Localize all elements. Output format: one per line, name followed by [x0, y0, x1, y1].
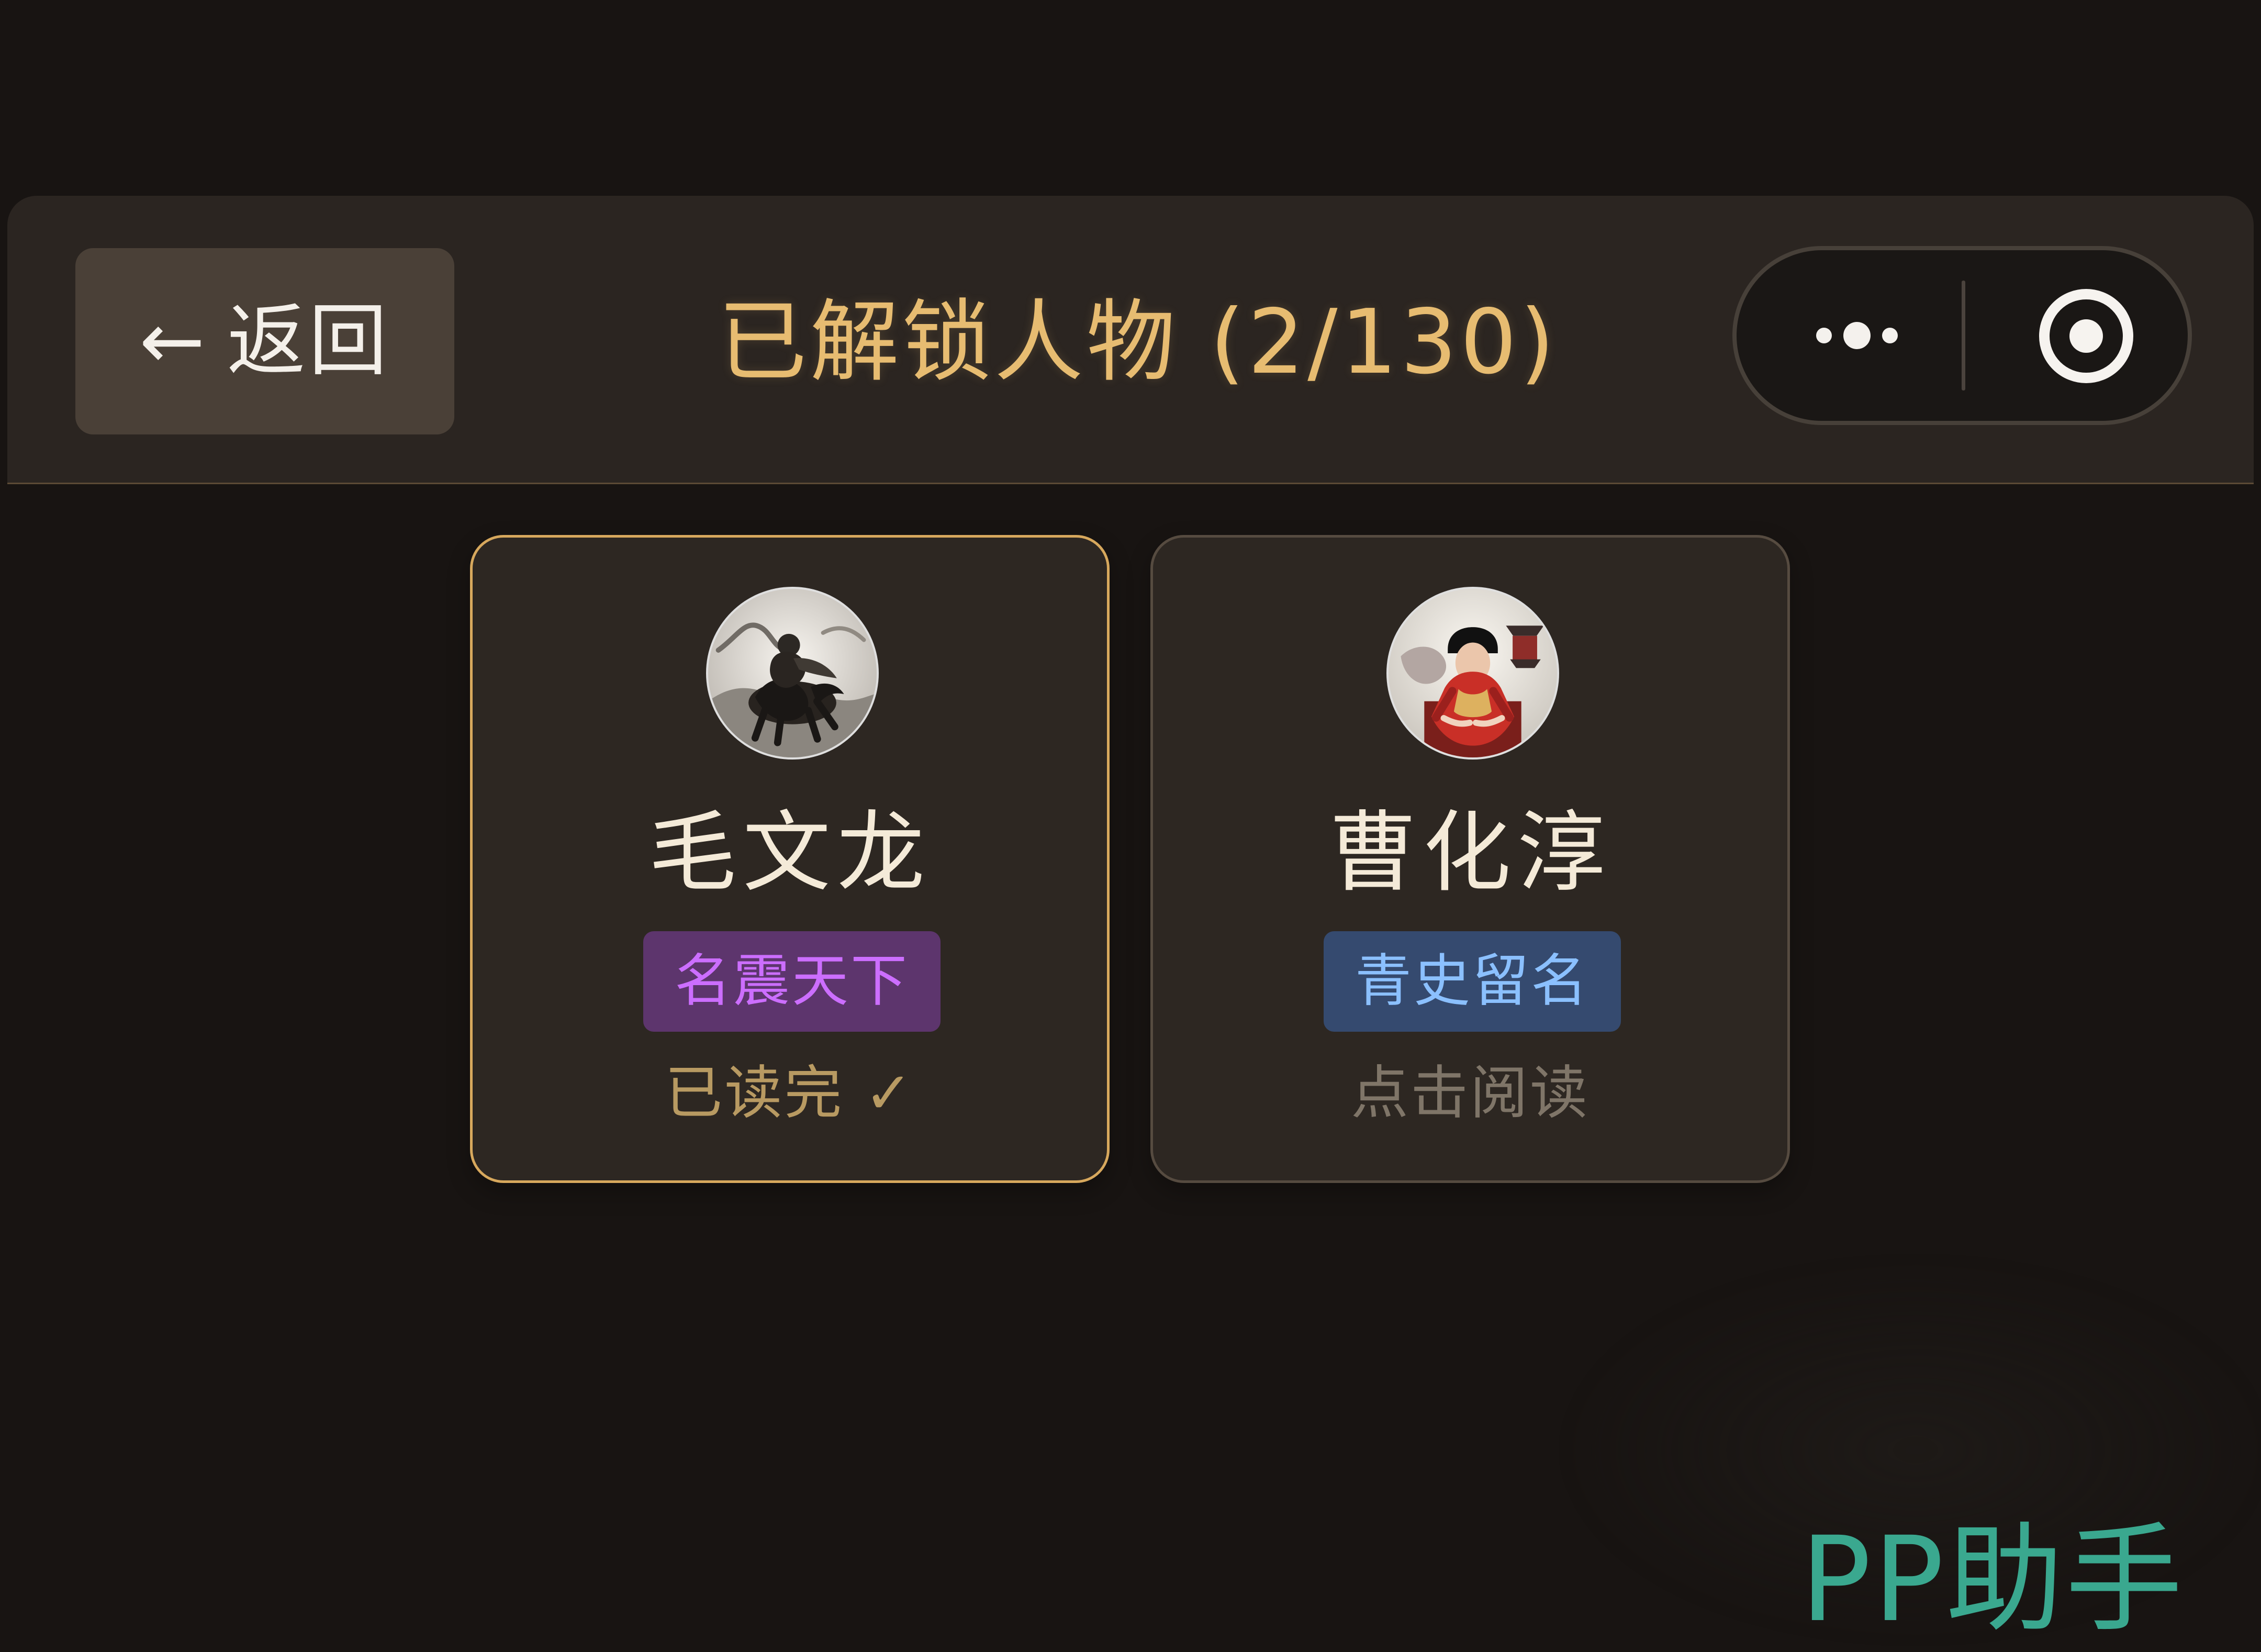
character-card[interactable]: 曹化淳 青史留名 点击阅读	[1150, 535, 1790, 1183]
more-dots-icon	[1882, 328, 1898, 343]
back-label: 返回	[227, 296, 390, 387]
mini-program-capsule	[1732, 246, 2192, 425]
more-dots-icon	[1843, 322, 1871, 349]
seated-official-avatar	[1386, 587, 1559, 760]
character-name: 曹化淳	[1329, 801, 1611, 904]
back-arrow-icon: ←	[139, 296, 205, 387]
header-bar: ← 返回 已解锁人物 (2/130)	[7, 196, 2254, 484]
page-title: 已解锁人物 (2/130)	[718, 291, 1558, 394]
character-rank-badge: 名震天下	[643, 931, 941, 1032]
app-page: ← 返回 已解锁人物 (2/130) 毛文龙 名震天下 已读完 ✓ 曹化淳 青史…	[0, 0, 2261, 1652]
reading-status: 已读完 ✓	[665, 1059, 915, 1126]
watermark-text: PP助手	[1800, 1511, 2185, 1648]
horseman-avatar	[706, 587, 879, 760]
reading-status: 点击阅读	[1351, 1059, 1590, 1126]
target-icon[interactable]	[2039, 289, 2133, 383]
character-name: 毛文龙	[648, 801, 931, 904]
more-dots-icon	[1816, 328, 1832, 343]
back-button[interactable]: ← 返回	[75, 248, 454, 434]
character-rank-badge: 青史留名	[1324, 931, 1621, 1032]
character-card[interactable]: 毛文龙 名震天下 已读完 ✓	[470, 535, 1110, 1183]
more-button[interactable]	[1789, 311, 1925, 360]
seated-official-avatar-art	[1389, 589, 1557, 757]
horseman-avatar-art	[708, 589, 877, 757]
capsule-divider	[1962, 281, 1965, 390]
